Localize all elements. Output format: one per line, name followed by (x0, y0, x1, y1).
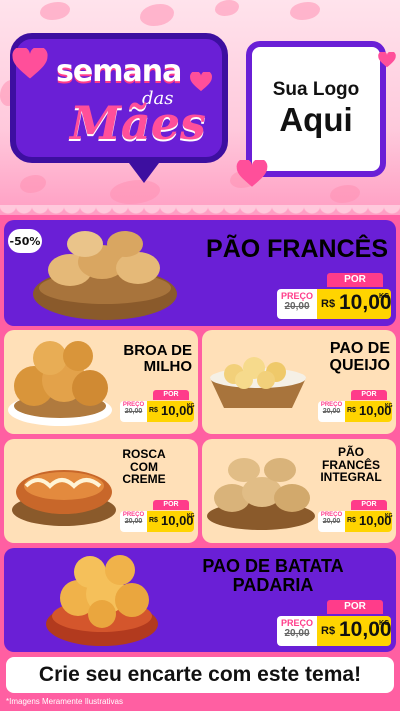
price-old-box: PREÇO 20,00 (120, 401, 147, 422)
old-price: 20,00 (322, 518, 341, 525)
unit: KG (385, 403, 393, 409)
disclaimer-text: *Imagens Meramente Ilustrativas (6, 697, 123, 706)
price-new-box: R$ 10,00 KG (345, 511, 393, 532)
preco-label: PREÇO (280, 291, 313, 301)
bread-basket-image (210, 357, 306, 408)
product-name: PAO DE QUEIJO (300, 340, 390, 375)
product-name: ROSCA COM CREME (110, 448, 178, 486)
petal-decoration (140, 4, 174, 26)
bread-basket-image (12, 470, 116, 526)
product-name-line: BROA DE (123, 342, 192, 359)
price-tag: POR PREÇO 20,00 R$ 10,00 KG (120, 390, 195, 422)
currency: R$ (347, 517, 356, 524)
price-old-box: PREÇO 20,00 (318, 401, 345, 422)
petal-decoration (40, 2, 70, 20)
heart-icon (378, 52, 396, 68)
product-name-line: INTEGRAL (320, 470, 382, 485)
product-name: BROA DE MILHO (110, 343, 192, 375)
price-old-box: PREÇO 20,00 (120, 511, 147, 532)
bread-basket-image (33, 231, 177, 320)
currency: R$ (149, 407, 158, 414)
price-new-box: R$ 10,00 KG (317, 289, 392, 319)
product-name-line: PAO DE BATATA (202, 556, 344, 576)
bread-basket-image (8, 341, 112, 426)
old-price: 20,00 (284, 628, 310, 639)
title-maes: Mães (70, 96, 206, 150)
product-name-line: CREME (122, 472, 166, 487)
price-old-box: PREÇO 20,00 (277, 289, 317, 319)
unit: KG (385, 513, 393, 519)
price-tag: POR PREÇO 20,00 R$ 10,00 KG (318, 500, 393, 532)
unit: KG (187, 403, 195, 409)
scallop-divider (0, 205, 400, 221)
por-label: POR (153, 390, 189, 400)
currency: R$ (321, 298, 336, 310)
logo-text-line1: Sua Logo (272, 79, 360, 100)
cta-banner: Crie seu encarte com este tema! (6, 657, 394, 693)
old-price: 20,00 (322, 408, 341, 415)
unit: KG (379, 293, 390, 300)
unit: KG (187, 513, 195, 519)
old-price: 20,00 (124, 518, 143, 525)
logo-text-line2: Aqui (279, 101, 353, 138)
heart-icon (236, 160, 268, 187)
currency: R$ (347, 407, 356, 414)
price-new-box: R$ 10,00 KG (345, 401, 393, 422)
petal-decoration (290, 2, 320, 20)
currency: R$ (149, 517, 158, 524)
petal-decoration (110, 180, 160, 204)
price-tag: POR PREÇO 20,00 R$ 10,00 KG (277, 273, 392, 319)
bread-bowl-image (46, 555, 158, 646)
product-name: PÃO FRANCÊS INTEGRAL (316, 446, 386, 484)
preco-label: PREÇO (280, 618, 313, 628)
petal-decoration (20, 175, 46, 193)
por-label: POR (327, 273, 383, 287)
heart-icon (190, 72, 212, 92)
price-old-box: PREÇO 20,00 (277, 616, 317, 646)
product-name-line: MILHO (143, 357, 192, 375)
petal-decoration (330, 185, 360, 203)
product-name-line: PÃO FRANCÊS (206, 235, 388, 263)
heart-icon (12, 48, 48, 79)
price-tag: POR PREÇO 20,00 R$ 10,00 KG (120, 500, 195, 532)
old-price: 20,00 (284, 301, 310, 312)
product-name-line: PAO DE (329, 340, 390, 357)
por-label: POR (351, 500, 387, 510)
logo-placeholder: Sua Logo Aqui (246, 41, 386, 177)
por-label: POR (327, 600, 383, 614)
title-semana: semana (56, 54, 182, 89)
product-name-line: PADARIA (232, 574, 314, 595)
unit: KG (379, 620, 390, 627)
currency: R$ (321, 625, 336, 637)
price-new-box: R$ 10,00 KG (317, 616, 392, 646)
product-name: PÃO FRANCÊS (180, 236, 388, 262)
price-old-box: PREÇO 20,00 (318, 511, 345, 532)
price-new-box: R$ 10,00 KG (147, 401, 195, 422)
product-name: PAO DE BATATA PADARIA (180, 557, 366, 595)
por-label: POR (351, 390, 387, 400)
petal-decoration (215, 0, 239, 16)
product-name-line: QUEIJO (329, 356, 390, 374)
price-new-box: R$ 10,00 KG (147, 511, 195, 532)
price-tag: POR PREÇO 20,00 R$ 10,00 KG (318, 390, 393, 422)
bread-basket-image (207, 458, 315, 530)
price-tag: POR PREÇO 20,00 R$ 10,00 KG (277, 600, 392, 646)
old-price: 20,00 (124, 408, 143, 415)
por-label: POR (153, 500, 189, 510)
